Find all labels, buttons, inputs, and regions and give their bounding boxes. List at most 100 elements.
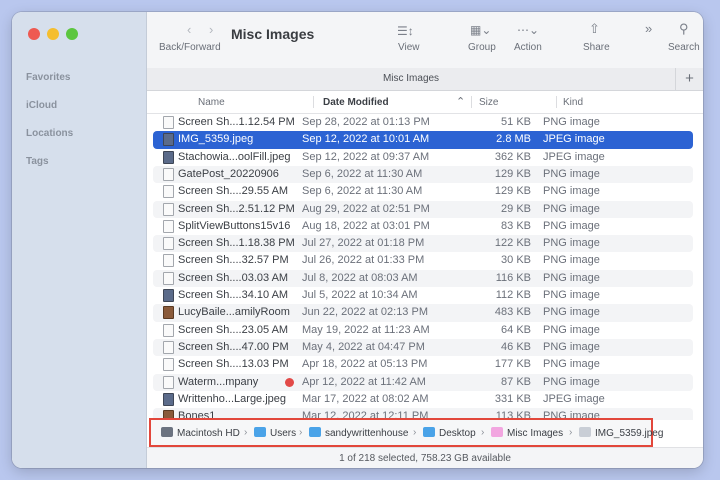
action-label: Action [514,42,542,53]
path-segment[interactable]: IMG_5359.jpeg [595,428,663,439]
zoom-window-button[interactable] [66,28,78,40]
file-icon [163,340,174,354]
file-row[interactable]: Screen Sh...1.12.54 PM Sep 28, 2022 at 01… [153,114,693,131]
file-row[interactable]: Screen Sh...2.51.12 PM Aug 29, 2022 at 02… [153,200,693,218]
sidebar-section-icloud[interactable]: iCloud [26,100,57,111]
share-icon[interactable]: ⇧ [589,22,600,36]
red-tag-icon [285,377,294,387]
status-bar: 1 of 218 selected, 758.23 GB available [147,447,703,468]
file-row[interactable]: LucyBaile...amilyRoom Jun 22, 2022 at 02:… [153,304,693,322]
file-name: Writtenho...Large.jpeg [178,392,287,405]
path-chevron-icon: › [244,427,248,438]
path-segment[interactable]: Macintosh HD [177,428,240,439]
back-icon[interactable]: ‹ [187,23,191,37]
file-name: SplitViewButtons15v16 [178,219,291,232]
file-row[interactable]: Stachowia...oolFill.jpeg Sep 12, 2022 at … [153,149,693,166]
file-size: 112 KB [495,289,531,301]
file-row[interactable]: IMG_5359.jpeg Sep 12, 2022 at 10:01 AM 2.8… [153,131,693,149]
file-name: Stachowia...oolFill.jpeg [178,150,291,163]
file-kind: PNG image [543,202,600,215]
file-row[interactable]: Screen Sh...1.18.38 PM Jul 27, 2022 at 01… [153,235,693,253]
file-date-modified: Jun 22, 2022 at 02:13 PM [302,306,428,319]
column-date-header[interactable]: Date Modified [323,97,389,108]
file-kind: PNG image [543,375,600,388]
file-kind: PNG image [543,185,600,198]
file-row[interactable]: SplitViewButtons15v16 Aug 18, 2022 at 03:… [153,218,693,235]
file-row[interactable]: Screen Sh....47.00 PM May 4, 2022 at 04:4… [153,338,693,357]
file-size: 116 KB [495,271,531,284]
file-name: Screen Sh...1.12.54 PM [178,116,295,128]
sidebar-section-favorites[interactable]: Favorites [26,72,70,83]
path-segment[interactable]: Desktop [439,428,476,439]
main-pane: ‹ › Back/Forward Misc Images ☰↕ View ▦⌄ … [147,12,703,468]
file-kind: PNG image [543,167,600,180]
path-chevron-icon: › [299,427,303,438]
column-divider[interactable] [313,96,314,108]
file-date-modified: Jul 27, 2022 at 01:18 PM [302,237,425,250]
column-header: Name Date Modified ⌃ Size Kind [147,91,703,114]
file-size: 331 KB [494,392,531,405]
forward-icon[interactable]: › [209,23,213,37]
path-bar: Macintosh HD › Users › sandywrittenhouse › Des… [149,418,663,447]
action-ellipsis-icon[interactable]: ⋯⌄ [517,23,539,37]
file-row[interactable]: Screen Sh....23.05 AM May 19, 2022 at 11:… [153,322,693,339]
image-thumbnail-icon [163,150,174,164]
file-icon [163,202,174,216]
file-row[interactable]: Waterm...mpany Apr 12, 2022 at 11:42 AM 87… [153,373,693,391]
path-segment[interactable]: sandywrittenhouse [325,428,408,439]
path-chevron-icon: › [481,427,485,438]
file-size: 83 KB [501,219,531,232]
file-row[interactable]: Screen Sh....32.57 PM Jul 26, 2022 at 01:… [153,252,693,269]
file-name: GatePost_20220906 [178,167,279,180]
path-segment[interactable]: Users [270,428,296,439]
new-tab-button[interactable]: + [675,68,703,90]
column-divider[interactable] [471,96,472,108]
file-icon [163,254,174,268]
finder-window: Favorites iCloud Locations Tags ‹ › Back… [12,12,703,468]
sidebar-section-tags[interactable]: Tags [26,156,49,167]
group-grid-icon[interactable]: ▦⌄ [470,23,491,37]
file-date-modified: Aug 29, 2022 at 02:51 PM [302,202,430,215]
folder-icon [309,427,321,437]
image-thumbnail-icon [163,392,174,406]
file-size: 64 KB [501,323,531,336]
file-row[interactable]: Screen Sh....29.55 AM Sep 6, 2022 at 11:3… [153,183,693,200]
column-kind-header[interactable]: Kind [563,97,583,108]
file-row[interactable]: Screen Sh....13.03 PM Apr 18, 2022 at 05:… [153,356,693,373]
file-name: Screen Sh...1.18.38 PM [178,237,295,250]
minimize-window-button[interactable] [47,28,59,40]
file-row[interactable]: GatePost_20220906 Sep 6, 2022 at 11:30 AM… [153,165,693,184]
file-date-modified: Sep 6, 2022 at 11:30 AM [302,167,423,180]
file-icon [163,375,174,389]
file-row[interactable]: Screen Sh....34.10 AM Jul 5, 2022 at 10:3… [153,287,693,304]
share-label: Share [583,42,610,53]
sort-chevron-icon[interactable]: ⌃ [456,95,465,108]
tab-misc-images[interactable]: Misc Images [147,73,675,84]
file-name: Screen Sh...2.51.12 PM [178,202,295,215]
column-name-header[interactable]: Name [198,97,225,108]
file-size: 129 KB [494,167,531,180]
file-name: Screen Sh....47.00 PM [178,340,289,353]
file-kind: PNG image [543,323,600,336]
file-size: 483 KB [494,306,531,319]
file-size: 30 KB [501,254,531,267]
column-divider[interactable] [556,96,557,108]
path-segment[interactable]: Misc Images [507,428,563,439]
search-icon[interactable]: ⚲ [679,22,689,36]
file-icon [163,271,174,285]
file-date-modified: Mar 17, 2022 at 08:02 AM [302,392,429,405]
search-label: Search [668,42,700,53]
more-toolbar-chevron-icon[interactable]: » [645,22,652,36]
list-view-icon[interactable]: ☰↕ [397,24,414,38]
column-size-header[interactable]: Size [479,97,498,108]
disk-icon [161,427,173,437]
file-name: Screen Sh....13.03 PM [178,358,289,371]
folder-icon [254,427,266,437]
close-window-button[interactable] [28,28,40,40]
file-row[interactable]: Screen Sh....03.03 AM Jul 8, 2022 at 08:0… [153,269,693,287]
file-size: 87 KB [501,375,531,388]
file-icon [163,185,174,199]
image-thumbnail-icon [163,289,174,302]
file-row[interactable]: Writtenho...Large.jpeg Mar 17, 2022 at 08… [153,391,693,408]
sidebar-section-locations[interactable]: Locations [26,128,73,139]
